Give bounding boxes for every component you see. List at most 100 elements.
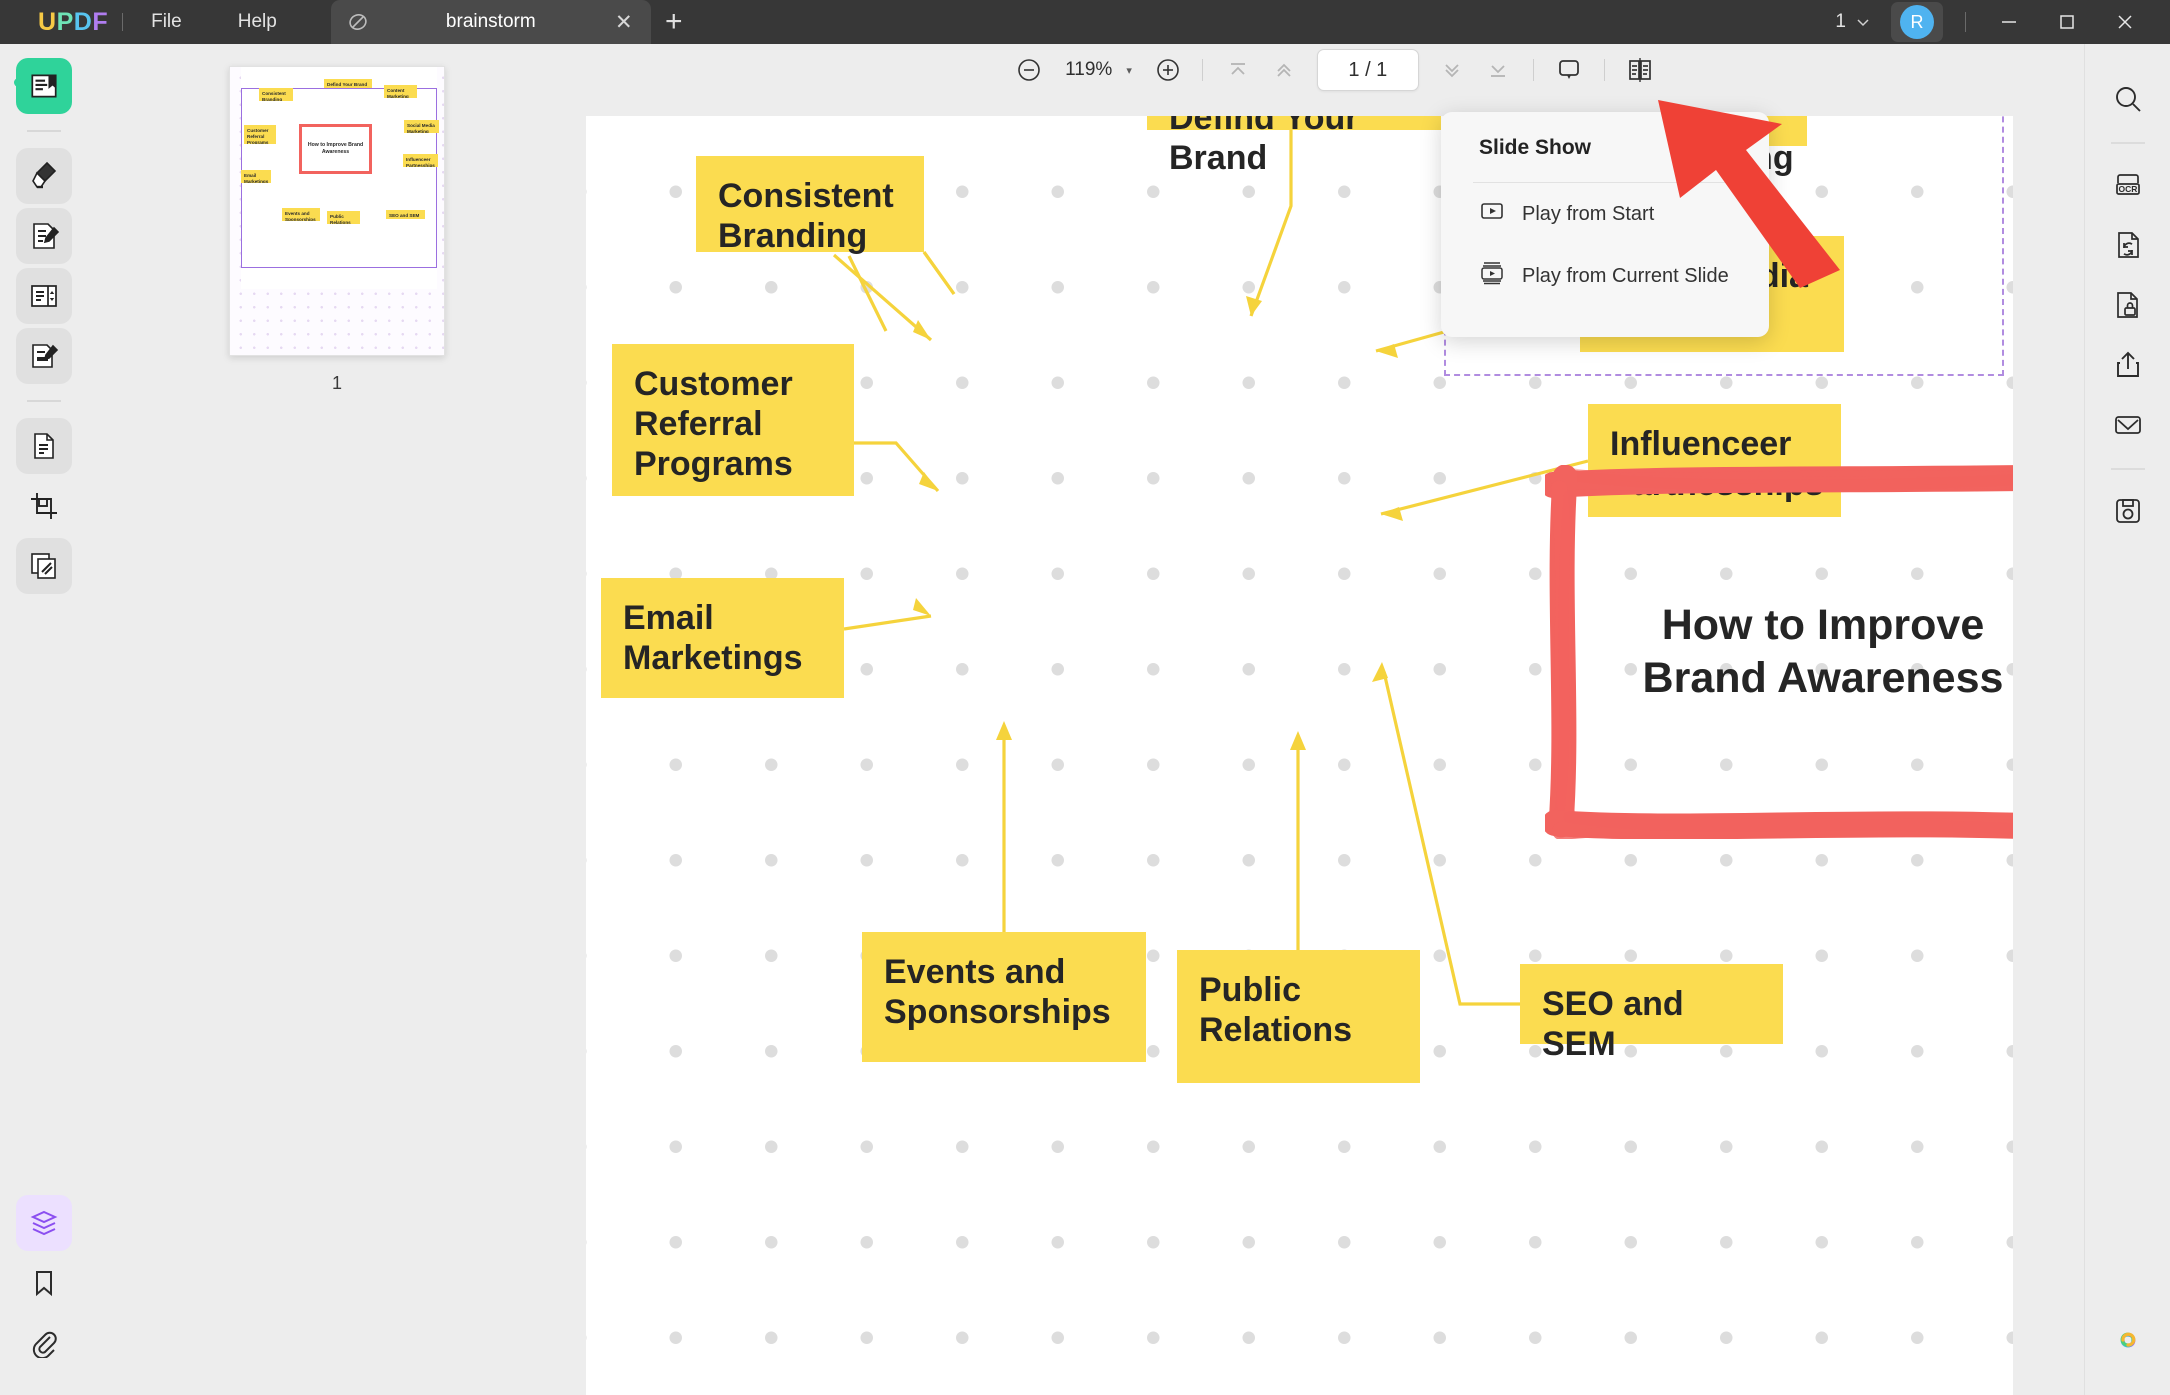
close-window-button[interactable] xyxy=(2098,0,2152,44)
play-stack-icon xyxy=(1479,260,1505,292)
document-canvas[interactable]: Consistent Branding Customer Referral Pro… xyxy=(586,116,2013,1395)
avatar: R xyxy=(1900,5,1934,39)
play-box-icon xyxy=(1479,198,1505,230)
sidebar-item-convert[interactable] xyxy=(2101,218,2155,272)
maximize-button[interactable] xyxy=(2040,0,2094,44)
thumbnail-sticky-note: Consistent Branding xyxy=(259,88,293,101)
form-sign-icon xyxy=(28,340,60,372)
envelope-icon xyxy=(2112,409,2144,441)
menu-file[interactable]: File xyxy=(123,0,210,44)
last-page-button[interactable] xyxy=(1477,50,1519,90)
next-page-button[interactable] xyxy=(1431,50,1473,90)
page-count-dropdown[interactable]: 1 xyxy=(1825,11,1881,33)
zoom-out-icon xyxy=(1015,56,1043,84)
sticky-note[interactable]: Events and Sponsorships xyxy=(862,932,1146,1062)
zoom-dropdown-caret[interactable]: ▾ xyxy=(1120,64,1144,77)
sidebar-item-convert-tool[interactable] xyxy=(16,418,72,474)
sidebar-item-organize-pages-tool[interactable] xyxy=(16,268,72,324)
zoom-level-value[interactable]: 119% xyxy=(1053,59,1116,81)
tab-title: brainstorm xyxy=(381,11,601,33)
sidebar-item-ai-assistant[interactable] xyxy=(16,1195,72,1251)
document-slash-icon xyxy=(345,9,371,35)
cursor-arrow-annotation xyxy=(1650,92,1880,292)
sidebar-item-attachments[interactable] xyxy=(16,1315,72,1371)
center-node[interactable]: How to Improve Brand Awareness xyxy=(1545,465,2013,839)
titlebar-right-group: 1 R xyxy=(1825,0,2170,44)
updf-logo: UPDF xyxy=(0,0,122,44)
sidebar-item-protect[interactable] xyxy=(2101,278,2155,332)
sidebar-item-share[interactable] xyxy=(2101,338,2155,392)
thumbnail-sticky-note: SEO and SEM xyxy=(386,210,425,219)
toolbar-divider-3 xyxy=(1604,59,1605,81)
layers-stack-icon xyxy=(28,1207,60,1239)
sticky-note[interactable]: Email Marketings xyxy=(601,578,844,698)
prev-page-button[interactable] xyxy=(1263,50,1305,90)
right-rail-divider-1 xyxy=(2111,142,2145,144)
chevron-down-icon xyxy=(1855,14,1871,30)
thumbnail-sticky-note: Events and Sponsorships xyxy=(282,208,320,221)
thumbnail-sticky-note: Influenceer Partnesships xyxy=(403,154,438,167)
dual-page-view-icon xyxy=(1625,55,1655,85)
thumbnail-sticky-note: Customer Referral Programs xyxy=(244,125,276,144)
sticky-note[interactable]: Consistent Branding xyxy=(696,156,924,252)
sidebar-item-edit-pdf-tool[interactable] xyxy=(16,208,72,264)
menu-help[interactable]: Help xyxy=(210,0,305,44)
sidebar-item-save[interactable] xyxy=(2101,484,2155,538)
page-indicator-input[interactable]: 1 / 1 xyxy=(1317,49,1419,91)
convert-document-icon xyxy=(2112,229,2144,261)
bookmark-icon xyxy=(29,1268,59,1298)
sidebar-item-bookmarks[interactable] xyxy=(16,1255,72,1311)
next-page-icon xyxy=(1437,55,1467,85)
new-tab-button[interactable]: + xyxy=(651,0,697,44)
left-tool-rail xyxy=(0,44,88,1395)
slideshow-button[interactable] xyxy=(1548,50,1590,90)
slideshow-icon xyxy=(1554,55,1584,85)
save-disk-icon xyxy=(2112,495,2144,527)
toolbar-divider-2 xyxy=(1533,59,1534,81)
thumbnail-sticky-note: Defind Your Brand xyxy=(324,79,372,88)
sidebar-item-fill-sign-tool[interactable] xyxy=(16,328,72,384)
sidebar-item-ocr[interactable]: OCR xyxy=(2101,158,2155,212)
right-rail-divider-2 xyxy=(2111,468,2145,470)
document-tab-brainstorm[interactable]: brainstorm ✕ xyxy=(331,0,651,44)
sidebar-item-ai-clover[interactable] xyxy=(2101,1313,2155,1367)
sidebar-item-reader-tool[interactable] xyxy=(16,58,72,114)
thumbnail-sticky-note: Public Relations xyxy=(327,211,360,224)
sticky-note[interactable]: SEO and SEM xyxy=(1520,964,1783,1044)
sticky-note[interactable]: Customer Referral Programs xyxy=(612,344,854,496)
close-icon[interactable]: ✕ xyxy=(611,9,637,35)
account-button[interactable]: R xyxy=(1891,2,1943,42)
view-mode-button[interactable] xyxy=(1619,50,1661,90)
rail-divider-2 xyxy=(27,400,61,402)
search-icon xyxy=(2112,83,2144,115)
sidebar-item-crop-tool[interactable] xyxy=(16,478,72,534)
rail-divider-1 xyxy=(27,130,61,132)
clover-ai-icon xyxy=(2111,1323,2145,1357)
zoom-in-button[interactable] xyxy=(1148,50,1188,90)
sidebar-item-search[interactable] xyxy=(2101,72,2155,126)
thumbnail-sticky-note: Social Media Marketing xyxy=(404,120,439,133)
sidebar-item-annotate-tool[interactable] xyxy=(16,148,72,204)
first-page-button[interactable] xyxy=(1217,50,1259,90)
sidebar-item-email[interactable] xyxy=(2101,398,2155,452)
page-thumbnail-1[interactable]: Defind Your Brand Consistent Branding Cont… xyxy=(229,66,445,356)
thumbnail-sticky-note: Content Marketing xyxy=(384,85,417,98)
page-organize-icon xyxy=(28,280,60,312)
minimize-button[interactable] xyxy=(1982,0,2036,44)
document-copy-icon xyxy=(28,430,60,462)
sticky-note[interactable]: Public Relations xyxy=(1177,950,1420,1083)
document-pencil-icon xyxy=(28,220,60,252)
layers-page-icon xyxy=(28,550,60,582)
first-page-icon xyxy=(1223,55,1253,85)
sidebar-item-compress-tool[interactable] xyxy=(16,538,72,594)
zoom-out-button[interactable] xyxy=(1009,50,1049,90)
viewer-toolbar: 119% ▾ 1 / 1 xyxy=(586,44,2084,96)
window-controls-divider xyxy=(1965,12,1966,32)
crop-icon xyxy=(28,490,60,522)
title-bar: UPDF File Help brainstorm ✕ + 1 R xyxy=(0,0,2170,44)
sticky-note[interactable]: Defind Your Brand xyxy=(1147,116,1441,130)
share-upload-icon xyxy=(2112,349,2144,381)
paperclip-icon xyxy=(29,1328,59,1358)
thumbnail-sticky-note: Email Marketings xyxy=(241,170,271,183)
menu-item-label: Play from Start xyxy=(1522,203,1654,226)
